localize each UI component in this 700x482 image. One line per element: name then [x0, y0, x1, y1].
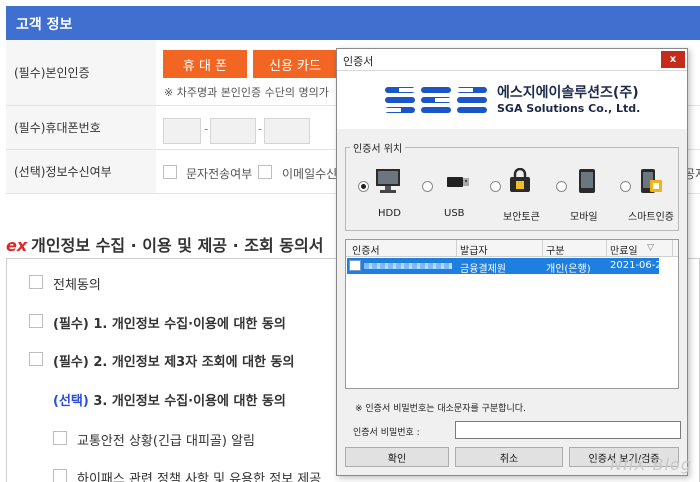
brand-banner: 에스지에이솔루션즈(주) SGA Solutions Co., Ltd.: [337, 71, 687, 129]
required-1-label: (필수) 1. 개인정보 수집·이용에 대한 동의: [53, 317, 286, 332]
mobile-icon[interactable]: [576, 168, 598, 194]
smart-auth-icon[interactable]: [638, 168, 664, 194]
usb-icon[interactable]: [444, 168, 470, 194]
col-issuer[interactable]: 발급자: [460, 242, 488, 257]
phone-dash-2: -: [258, 122, 263, 136]
col-divider: [672, 240, 673, 257]
card-verify-button[interactable]: 신용 카드: [253, 50, 337, 78]
col-type[interactable]: 구분: [546, 242, 564, 257]
email-label: 이메일수신: [282, 167, 338, 181]
dialog-title: 인증서: [343, 55, 374, 68]
sms-checkbox[interactable]: [163, 165, 177, 179]
security-token-label: 보안토큰: [503, 212, 540, 223]
certificate-list: 인증서 발급자 구분 만료일 ▽ 금융결제원 개인(은행) 2021-06-24: [345, 239, 679, 389]
cell-issuer: 금융결제원: [460, 264, 506, 275]
security-token-radio[interactable]: [490, 181, 501, 192]
required-1-checkbox[interactable]: [29, 314, 43, 328]
hdd-icon[interactable]: [374, 168, 402, 194]
col-divider: [606, 240, 607, 257]
sga-logo-icon: [385, 87, 487, 113]
traffic-alert-checkbox[interactable]: [53, 431, 67, 445]
certificate-dialog: 인증서 x 에스지에이솔루션즈(주) SGA Solutions Co., Lt…: [336, 48, 688, 476]
close-button[interactable]: x: [661, 51, 685, 68]
sms-label: 문자전송여부: [186, 167, 253, 181]
verify-note: ※ 차주명과 본인인증 수단의 명의가: [164, 86, 329, 99]
optional-3-text: 3. 개인정보 수집·이용에 대한 동의: [88, 394, 286, 409]
location-legend: 인증서 위치: [350, 140, 406, 155]
phone-field-3[interactable]: [264, 118, 310, 144]
password-input[interactable]: [455, 421, 681, 439]
receive-label: (선택)정보수신여부: [6, 150, 156, 193]
list-header: 인증서 발급자 구분 만료일 ▽: [346, 240, 678, 257]
password-label: 인증서 비밀번호 :: [353, 428, 420, 438]
blurred-cert-name: [364, 263, 452, 269]
ex-logo: ex: [6, 236, 28, 255]
agree-all-checkbox[interactable]: [29, 275, 43, 289]
phone-label: (필수)휴대폰번호: [6, 106, 156, 149]
hdd-label: HDD: [378, 208, 401, 219]
section-title: 고객 정보: [16, 17, 73, 33]
col-divider: [456, 240, 457, 257]
consent-title: ex 개인정보 수집 · 이용 및 제공 · 조회 동의서: [6, 232, 323, 256]
cell-expiry: 2021-06-24: [610, 260, 669, 271]
required-2-checkbox[interactable]: [29, 352, 43, 366]
mobile-radio[interactable]: [556, 181, 567, 192]
password-note: ※ 인증서 비밀번호는 대소문자를 구분합니다.: [355, 404, 526, 414]
phone-dash-1: -: [204, 122, 209, 136]
section-header: 고객 정보: [6, 6, 700, 40]
ok-button[interactable]: 확인: [345, 447, 449, 467]
phone-verify-button[interactable]: 휴 대 폰: [163, 50, 247, 78]
col-divider: [542, 240, 543, 257]
required-2-label: (필수) 2. 개인정보 제3자 조회에 대한 동의: [53, 355, 295, 370]
brand-name-ko: 에스지에이솔루션즈(주): [497, 85, 639, 101]
cancel-button[interactable]: 취소: [455, 447, 563, 467]
email-checkbox[interactable]: [258, 165, 272, 179]
phone-field-2[interactable]: [210, 118, 256, 144]
cell-type: 개인(은행): [546, 264, 591, 275]
col-cert[interactable]: 인증서: [352, 242, 380, 257]
hdd-radio[interactable]: [358, 181, 369, 192]
cert-location-group: 인증서 위치 HDD USB 보안토큰 모바일 스마트인증: [345, 140, 679, 231]
usb-label: USB: [444, 208, 465, 219]
optional-tag: (선택): [53, 394, 89, 409]
consent-title-text: 개인정보 수집 · 이용 및 제공 · 조회 동의서: [31, 236, 324, 255]
agree-all-label: 전체동의: [53, 278, 101, 293]
traffic-alert-label: 교통안전 상황(긴급 대피골) 알림: [77, 434, 256, 449]
smart-auth-radio[interactable]: [620, 181, 631, 192]
dialog-titlebar[interactable]: 인증서 x: [337, 49, 687, 71]
phone-field-1[interactable]: [163, 118, 201, 144]
hipass-info-label: 하이패스 관련 정책 사항 및 유용한 정보 제공: [77, 472, 322, 482]
brand-name-en: SGA Solutions Co., Ltd.: [497, 102, 641, 115]
mobile-label: 모바일: [570, 212, 598, 223]
col-expiry[interactable]: 만료일: [610, 242, 638, 257]
usb-radio[interactable]: [422, 181, 433, 192]
watermark: NIIX Blog: [610, 455, 692, 474]
smart-auth-label: 스마트인증: [628, 212, 674, 223]
verify-label: (필수)본인인증: [6, 40, 156, 105]
hipass-info-checkbox[interactable]: [53, 469, 67, 482]
sort-arrow-icon: ▽: [647, 243, 654, 253]
optional-3-label: (선택) 3. 개인정보 수집·이용에 대한 동의: [53, 390, 286, 409]
certificate-icon: [349, 260, 361, 271]
security-token-icon[interactable]: [506, 168, 534, 194]
